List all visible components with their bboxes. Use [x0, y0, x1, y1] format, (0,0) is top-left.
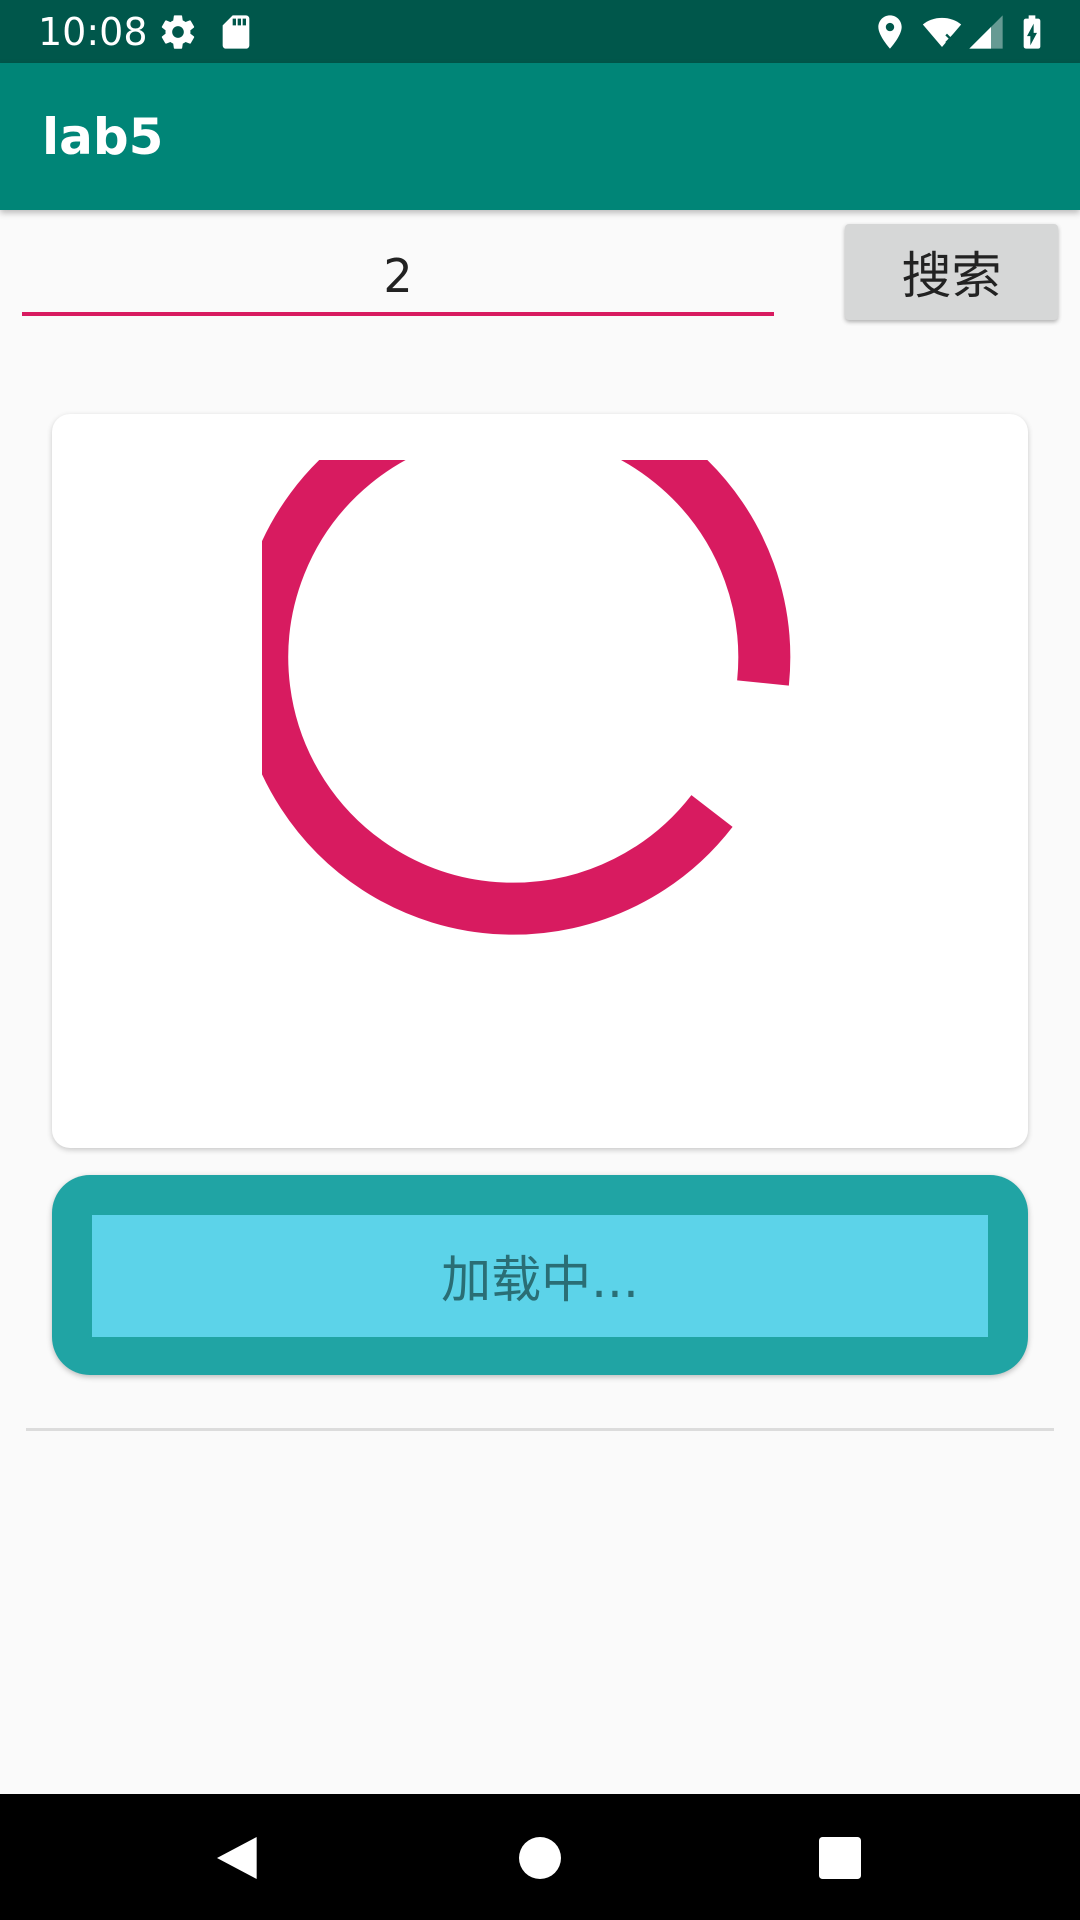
wifi-icon — [922, 12, 962, 52]
search-input[interactable] — [22, 236, 774, 316]
app-title: lab5 — [42, 108, 164, 166]
app-bar: lab5 — [0, 63, 1080, 210]
loading-text: 加载中... — [441, 1251, 639, 1309]
loading-spinner — [262, 460, 822, 1020]
status-bar: 10:08 — [0, 0, 1080, 63]
search-button[interactable]: 搜索 — [845, 224, 1058, 320]
divider — [26, 1428, 1054, 1431]
home-icon[interactable] — [512, 1830, 568, 1886]
navigation-bar — [0, 1794, 1080, 1920]
image-card — [52, 414, 1028, 1148]
sd-card-icon — [216, 12, 256, 52]
signal-icon — [966, 12, 1006, 52]
battery-charging-icon — [1012, 12, 1052, 52]
loading-panel: 加载中... — [52, 1175, 1028, 1375]
settings-icon — [158, 12, 198, 52]
recents-icon[interactable] — [812, 1830, 868, 1886]
status-time: 10:08 — [38, 10, 148, 54]
loading-label-box: 加载中... — [92, 1215, 988, 1337]
location-icon — [870, 12, 910, 52]
back-icon[interactable] — [210, 1830, 266, 1886]
